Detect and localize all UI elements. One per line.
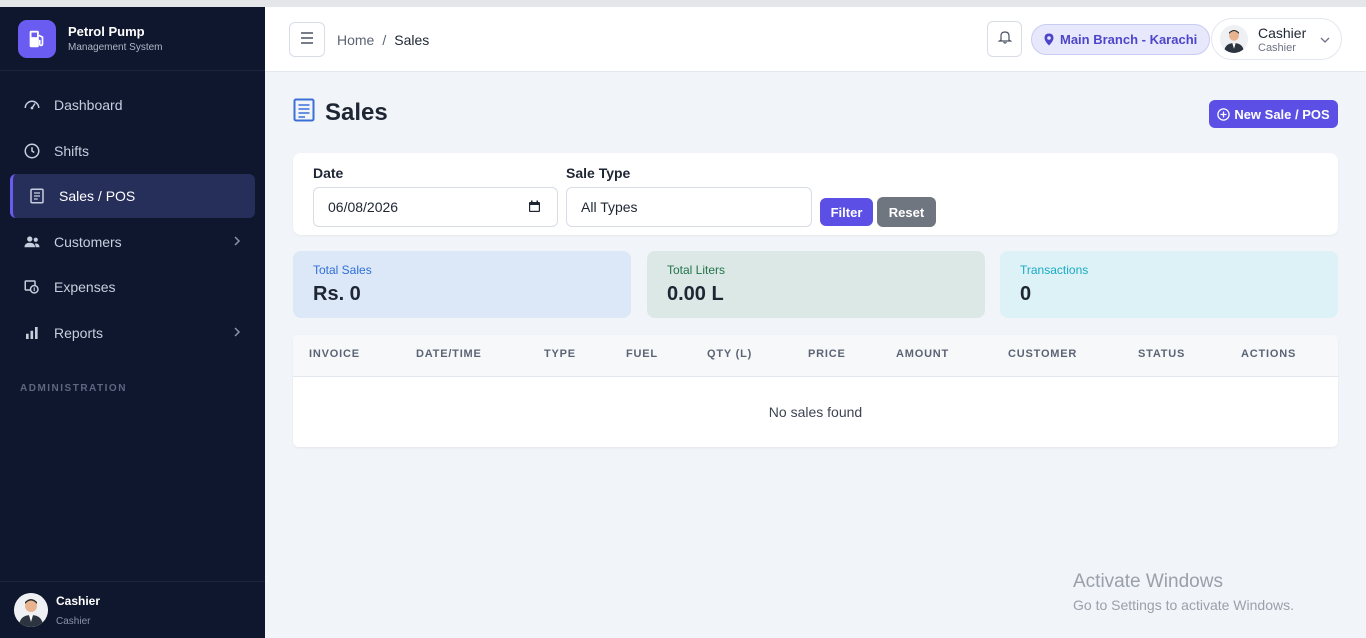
date-input[interactable]: 06/08/2026 xyxy=(313,187,558,227)
column-header-price: PRICE xyxy=(808,348,846,360)
column-header-status: STATUS xyxy=(1138,348,1186,360)
column-header-customer: CUSTOMER xyxy=(1008,348,1078,360)
sidebar: Petrol Pump Management System Dashboard … xyxy=(0,7,265,638)
notifications-button[interactable] xyxy=(987,21,1022,57)
user-role: Cashier xyxy=(1258,41,1296,54)
reset-button[interactable]: Reset xyxy=(877,197,936,227)
money-icon xyxy=(22,277,42,297)
avatar xyxy=(1220,25,1248,53)
date-label: Date xyxy=(313,165,344,181)
sidebar-item-sales-pos[interactable]: Sales / POS xyxy=(10,174,255,219)
breadcrumb-separator: / xyxy=(382,32,387,48)
stat-label: Total Sales xyxy=(313,263,372,277)
sidebar-user-role: Cashier xyxy=(56,615,91,627)
column-header-amount: AMOUNT xyxy=(896,348,950,360)
top-header: Home / Sales Main Branch - Karachi Cashier… xyxy=(265,7,1366,72)
sidebar-item-label: Shifts xyxy=(54,142,90,159)
stat-label: Transactions xyxy=(1020,263,1089,277)
filter-card: Date 06/08/2026 Sale Type All Types Filt… xyxy=(293,153,1338,235)
sale-type-value: All Types xyxy=(581,199,638,215)
plus-circle-icon xyxy=(1217,107,1231,121)
column-header-date-time: DATE/TIME xyxy=(416,348,482,360)
empty-state: No sales found xyxy=(768,404,863,420)
stat-transactions: Transactions 0 xyxy=(1000,251,1338,318)
sidebar-item-dashboard[interactable]: Dashboard xyxy=(10,83,255,127)
map-pin-icon xyxy=(1044,33,1054,46)
table-header: INVOICE DATE/TIME TYPE FUEL QTY (L) PRIC… xyxy=(293,335,1338,377)
sidebar-item-customers[interactable]: Customers xyxy=(10,220,255,264)
bar-chart-icon xyxy=(22,323,42,343)
filter-button[interactable]: Filter xyxy=(820,198,873,226)
stat-total-sales: Total Sales Rs. 0 xyxy=(293,251,631,318)
page-title-text: Sales xyxy=(325,98,388,126)
stat-value: 0 xyxy=(1020,283,1032,305)
stat-label: Total Liters xyxy=(667,263,726,277)
watermark-title: Activate Windows xyxy=(1073,571,1223,592)
sale-type-label: Sale Type xyxy=(566,165,631,181)
column-header-invoice: INVOICE xyxy=(309,348,360,360)
receipt-icon xyxy=(27,186,47,206)
users-icon xyxy=(22,232,42,252)
column-header-actions: ACTIONS xyxy=(1241,348,1297,360)
bell-icon xyxy=(997,29,1012,49)
new-sale-button[interactable]: New Sale / POS xyxy=(1209,100,1338,128)
column-header-fuel: FUEL xyxy=(626,348,658,360)
sales-table: INVOICE DATE/TIME TYPE FUEL QTY (L) PRIC… xyxy=(293,335,1338,447)
brand[interactable]: Petrol Pump Management System xyxy=(0,7,265,71)
sidebar-item-label: Dashboard xyxy=(54,97,123,113)
sidebar-item-reports[interactable]: Reports xyxy=(10,311,255,355)
sidebar-item-expenses[interactable]: Expenses xyxy=(10,265,255,309)
column-header-type: TYPE xyxy=(544,348,576,360)
sidebar-user[interactable]: Cashier Cashier xyxy=(0,581,265,638)
branch-name: Main Branch - Karachi xyxy=(1060,32,1198,47)
sidebar-item-label: Reports xyxy=(54,324,104,341)
breadcrumb-home[interactable]: Home xyxy=(337,32,374,48)
fuel-pump-icon xyxy=(18,19,56,58)
stat-value: 0.00 L xyxy=(667,283,724,305)
section-label-administration: ADMINISTRATION xyxy=(20,382,127,394)
menu-toggle-button[interactable] xyxy=(289,22,325,57)
activation-watermark: Activate Windows Go to Settings to activ… xyxy=(1073,571,1294,613)
brand-title: Petrol Pump xyxy=(68,24,145,39)
breadcrumb: Home / Sales xyxy=(337,32,429,48)
browser-top-strip xyxy=(0,0,1366,7)
chevron-right-icon xyxy=(231,234,243,250)
stat-value: Rs. 0 xyxy=(313,283,361,305)
user-name: Cashier xyxy=(1258,24,1307,41)
page-title: Sales xyxy=(293,98,388,127)
sale-type-select[interactable]: All Types xyxy=(566,187,812,227)
user-menu[interactable]: Cashier Cashier xyxy=(1211,18,1342,60)
calendar-icon[interactable] xyxy=(528,200,541,216)
hamburger-icon xyxy=(300,31,314,49)
brand-subtitle: Management System xyxy=(68,42,163,53)
sidebar-item-shifts[interactable]: Shifts xyxy=(10,129,255,173)
watermark-subtitle: Go to Settings to activate Windows. xyxy=(1073,597,1294,613)
date-value: 06/08/2026 xyxy=(328,199,399,215)
sidebar-nav: Dashboard Shifts Sales / POS Customers E… xyxy=(0,71,265,355)
breadcrumb-current: Sales xyxy=(394,32,430,48)
chevron-down-icon xyxy=(1319,33,1331,51)
sidebar-item-label: Sales / POS xyxy=(59,188,136,205)
chevron-right-icon xyxy=(231,325,243,341)
gauge-icon xyxy=(22,95,42,115)
column-header-qty: QTY (L) xyxy=(707,348,753,360)
sidebar-item-label: Customers xyxy=(54,233,122,250)
clock-icon xyxy=(22,141,42,161)
avatar xyxy=(14,593,48,627)
sidebar-item-label: Expenses xyxy=(54,279,116,296)
stat-total-liters: Total Liters 0.00 L xyxy=(647,251,985,318)
new-sale-label: New Sale / POS xyxy=(1234,106,1330,122)
receipt-icon xyxy=(293,98,315,127)
branch-selector[interactable]: Main Branch - Karachi xyxy=(1031,24,1211,55)
sidebar-user-name: Cashier xyxy=(56,593,101,608)
